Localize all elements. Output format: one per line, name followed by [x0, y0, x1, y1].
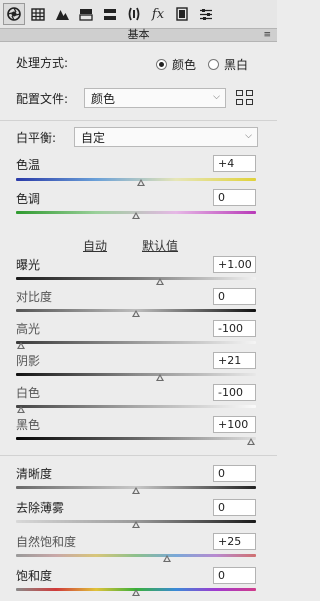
auto-link[interactable]: 自动	[83, 237, 107, 254]
vibrance-slider-track[interactable]	[16, 554, 256, 557]
whites-slider-thumb[interactable]	[16, 406, 25, 413]
temperature-value-field[interactable]: +4	[213, 155, 256, 172]
saturation-value-field[interactable]: 0	[213, 567, 256, 584]
radio-label: 黑白	[224, 58, 249, 72]
tint-slider-thumb[interactable]	[132, 212, 140, 219]
radio-dot	[156, 59, 167, 70]
whites-value-field[interactable]: -100	[213, 384, 256, 401]
exposure-label: 曝光	[16, 258, 41, 272]
temperature-slider-thumb[interactable]	[136, 179, 145, 186]
highlights-label: 高光	[16, 322, 41, 336]
treatment-bw-radio[interactable]: 黑白	[208, 56, 248, 73]
vibrance-slider-thumb[interactable]	[163, 555, 172, 562]
dehaze-value-field[interactable]: 0	[213, 499, 256, 516]
whites-label: 白色	[16, 386, 41, 400]
saturation-label: 饱和度	[16, 569, 53, 583]
profile-label: 配置文件:	[16, 92, 69, 106]
clarity-label: 清晰度	[16, 467, 53, 481]
blacks-slider-track[interactable]	[16, 437, 256, 440]
default-link[interactable]: 默认值	[142, 237, 178, 254]
chevron-down-icon: ⌵	[245, 131, 252, 141]
blacks-slider-thumb[interactable]	[247, 438, 256, 445]
panel-menu-icon[interactable]: ≡	[263, 30, 271, 40]
highlights-slider-thumb[interactable]	[16, 342, 25, 349]
tint-value-field[interactable]: 0	[213, 189, 256, 206]
profile-select[interactable]: 颜色 ⌵	[84, 88, 226, 108]
panel-header[interactable]: 基本 ≡	[0, 28, 277, 42]
mountain-icon[interactable]	[51, 3, 73, 25]
camera-calibration-icon[interactable]	[171, 3, 193, 25]
tint-label: 色调	[16, 192, 41, 206]
chevron-down-icon: ⌵	[213, 92, 220, 102]
fx-icon[interactable]: fx	[147, 3, 169, 25]
section-divider	[0, 455, 277, 456]
exposure-value-field[interactable]: +1.00	[213, 256, 256, 273]
saturation-slider-thumb[interactable]	[132, 589, 140, 596]
presets-icon[interactable]	[195, 3, 217, 25]
clarity-slider-thumb[interactable]	[132, 487, 140, 494]
radio-label: 颜色	[172, 58, 197, 72]
exposure-slider-track[interactable]	[16, 277, 256, 280]
white-balance-select[interactable]: 自定 ⌵	[74, 127, 258, 147]
contrast-slider-thumb[interactable]	[132, 310, 140, 317]
section-divider	[0, 120, 277, 121]
white-balance-value: 自定	[81, 130, 106, 145]
shadows-label: 阴影	[16, 354, 41, 368]
treatment-color-radio[interactable]: 颜色	[156, 56, 196, 73]
split-toning-icon[interactable]	[75, 3, 97, 25]
radio-dot	[208, 59, 219, 70]
profile-value: 颜色	[91, 91, 116, 106]
lens-icon[interactable]	[123, 3, 145, 25]
detail-icon[interactable]	[99, 3, 121, 25]
exposure-slider-thumb[interactable]	[156, 278, 164, 285]
shadows-value-field[interactable]: +21	[213, 352, 256, 369]
dehaze-slider-thumb[interactable]	[132, 521, 140, 528]
shadows-slider-track[interactable]	[16, 373, 256, 376]
grid-icon[interactable]	[27, 3, 49, 25]
dehaze-label: 去除薄雾	[16, 501, 65, 515]
vibrance-value-field[interactable]: +25	[213, 533, 256, 550]
panel-title: 基本	[127, 28, 150, 41]
temperature-label: 色温	[16, 158, 41, 172]
highlights-value-field[interactable]: -100	[213, 320, 256, 337]
contrast-label: 对比度	[16, 290, 53, 304]
white-balance-label: 白平衡:	[16, 131, 57, 145]
aperture-icon[interactable]	[3, 3, 25, 25]
vibrance-label: 自然饱和度	[16, 535, 77, 549]
blacks-label: 黑色	[16, 418, 41, 432]
shadows-slider-thumb[interactable]	[156, 374, 164, 381]
treatment-label: 处理方式:	[16, 56, 69, 70]
contrast-value-field[interactable]: 0	[213, 288, 256, 305]
whites-slider-track[interactable]	[16, 405, 256, 408]
panel-toolbar: fx	[0, 0, 277, 28]
highlights-slider-track[interactable]	[16, 341, 256, 344]
blacks-value-field[interactable]: +100	[213, 416, 256, 433]
profile-browser-icon[interactable]	[236, 90, 254, 106]
clarity-value-field[interactable]: 0	[213, 465, 256, 482]
